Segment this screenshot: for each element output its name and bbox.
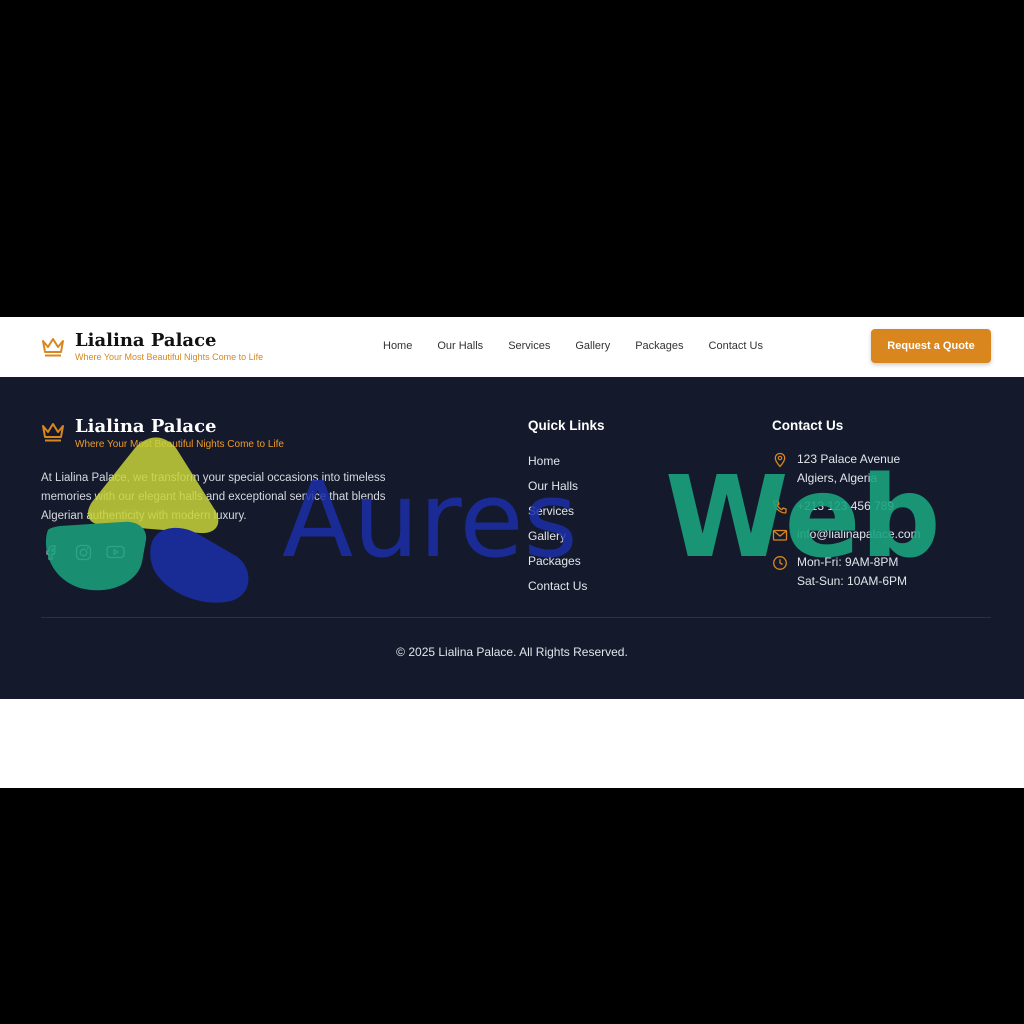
- address-line-2: Algiers, Algeria: [797, 471, 878, 485]
- location-pin-icon: [774, 452, 786, 468]
- request-quote-button[interactable]: Request a Quote: [871, 329, 991, 363]
- copyright-text: © 2025 Lialina Palace. All Rights Reserv…: [396, 645, 628, 659]
- contact-info: Contact Us 123 Palace Avenue Algiers, Al…: [772, 417, 1002, 588]
- envelope-icon: [772, 529, 788, 541]
- site-header: Lialina Palace Where Your Most Beautiful…: [0, 317, 1024, 377]
- quick-links: Quick Links Home Our Halls Services Gall…: [528, 417, 605, 599]
- nav-services[interactable]: Services: [508, 339, 550, 353]
- crown-icon: [42, 338, 64, 357]
- footer-brand-title: Lialina Palace: [75, 416, 217, 437]
- nav-home[interactable]: Home: [383, 339, 412, 353]
- brand-tagline: Where Your Most Beautiful Nights Come to…: [75, 352, 264, 362]
- footer-link-our-halls[interactable]: Our Halls: [528, 474, 605, 499]
- hours-weekend: Sat-Sun: 10AM-6PM: [797, 574, 908, 588]
- contact-email: info@lialinapalace.com: [772, 525, 921, 544]
- contact-address: 123 Palace Avenue Algiers, Algeria: [772, 450, 900, 488]
- footer-divider: [41, 617, 991, 618]
- youtube-icon[interactable]: [105, 542, 125, 562]
- instagram-icon[interactable]: [73, 542, 93, 562]
- phone-icon: [773, 500, 787, 514]
- footer-brand: Lialina Palace Where Your Most Beautiful…: [41, 417, 284, 451]
- facebook-icon[interactable]: [41, 542, 61, 562]
- site-footer: Lialina Palace Where Your Most Beautiful…: [0, 377, 1024, 699]
- footer-link-home[interactable]: Home: [528, 449, 605, 474]
- email-address[interactable]: info@lialinapalace.com: [797, 525, 921, 544]
- nav-contact-us[interactable]: Contact Us: [709, 339, 763, 353]
- contact-title: Contact Us: [772, 418, 844, 433]
- footer-brand-tagline: Where Your Most Beautiful Nights Come to…: [75, 439, 284, 450]
- quick-links-title: Quick Links: [528, 418, 605, 433]
- footer-link-gallery[interactable]: Gallery: [528, 524, 605, 549]
- contact-phone: +213 123 456 789: [772, 497, 894, 516]
- contact-hours: Mon-Fri: 9AM-8PM Sat-Sun: 10AM-6PM: [772, 553, 907, 591]
- crown-icon: [42, 423, 64, 442]
- footer-link-packages[interactable]: Packages: [528, 549, 605, 574]
- hours-weekday: Mon-Fri: 9AM-8PM: [797, 555, 899, 569]
- clock-icon: [773, 556, 787, 570]
- page-frame: Lialina Palace Where Your Most Beautiful…: [0, 317, 1024, 788]
- nav-packages[interactable]: Packages: [635, 339, 683, 353]
- footer-description: At Lialina Palace, we transform your spe…: [41, 472, 386, 522]
- footer-link-services[interactable]: Services: [528, 499, 605, 524]
- nav-gallery[interactable]: Gallery: [575, 339, 610, 353]
- phone-number[interactable]: +213 123 456 789: [797, 497, 894, 516]
- nav-our-halls[interactable]: Our Halls: [437, 339, 483, 353]
- main-nav: Home Our Halls Services Gallery Packages…: [383, 339, 763, 353]
- footer-link-contact-us[interactable]: Contact Us: [528, 574, 605, 599]
- address-line-1: 123 Palace Avenue: [797, 452, 901, 466]
- social-links: [41, 542, 125, 562]
- header-brand[interactable]: Lialina Palace Where Your Most Beautiful…: [41, 329, 263, 365]
- brand-title: Lialina Palace: [75, 330, 217, 351]
